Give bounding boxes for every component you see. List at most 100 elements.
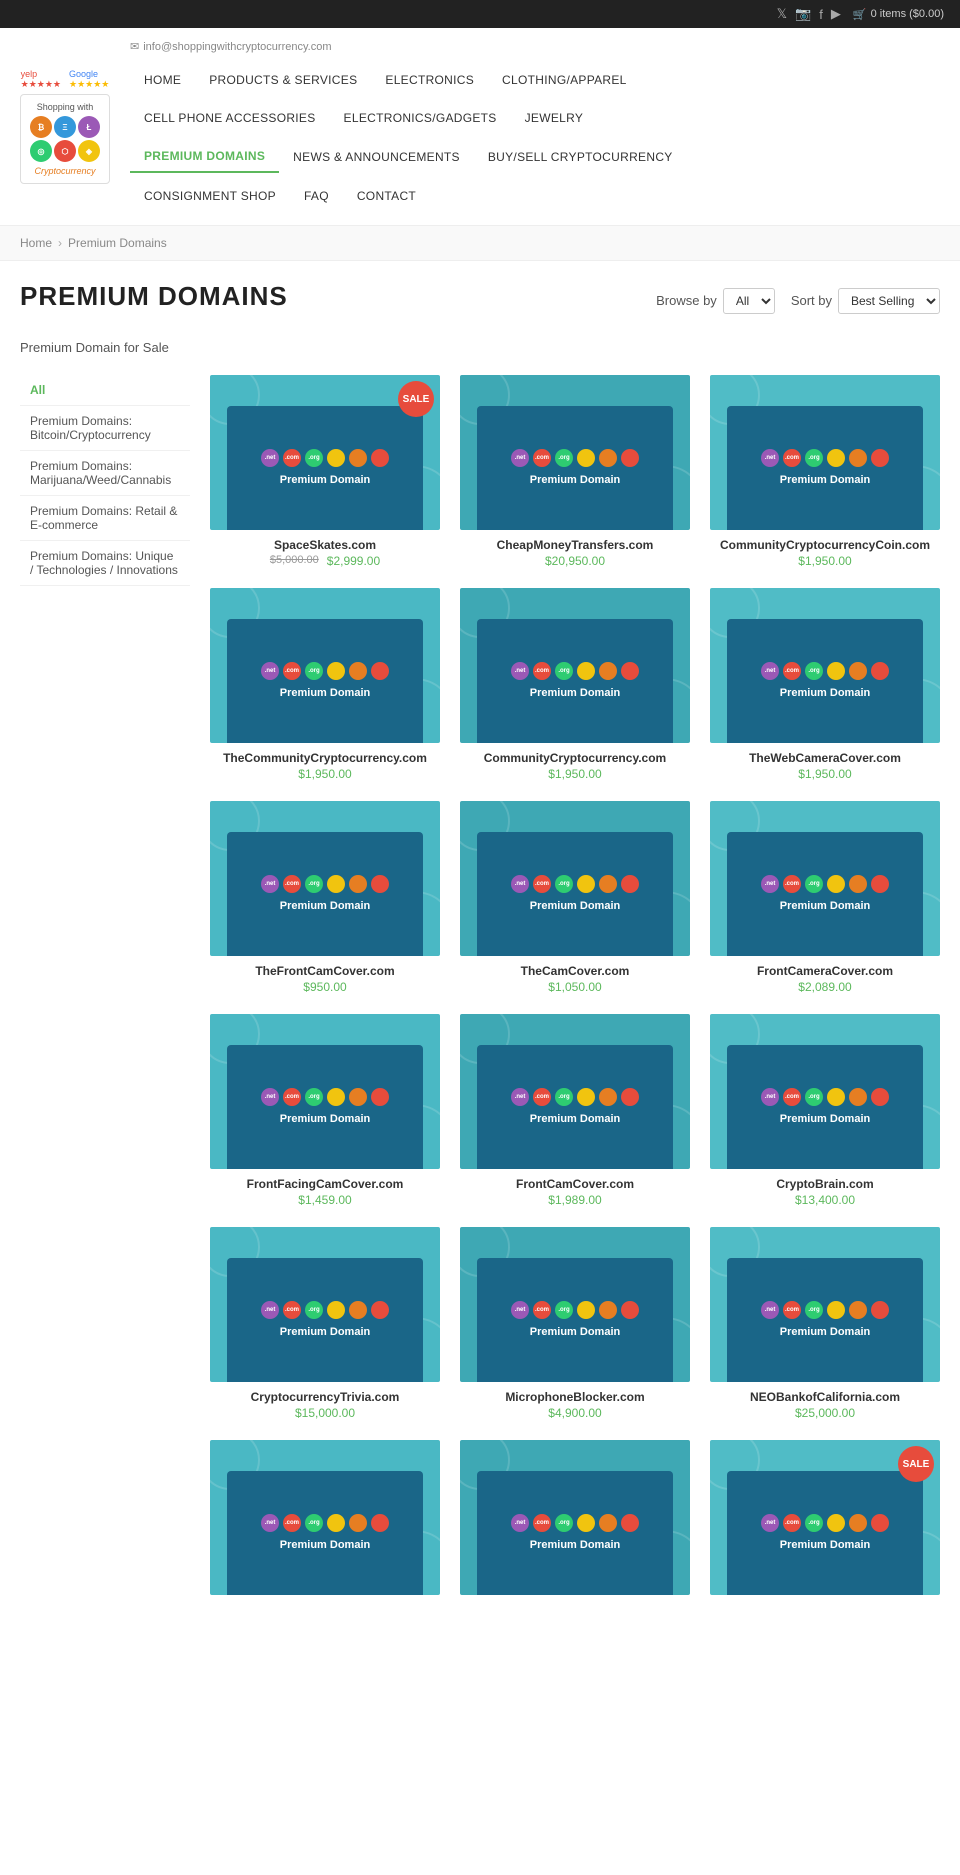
domain-bubble	[871, 875, 889, 893]
domain-bubble: .com	[533, 449, 551, 467]
domain-bubble	[621, 1301, 639, 1319]
domain-bubble	[849, 1514, 867, 1532]
sidebar-item-all[interactable]: All	[20, 375, 190, 406]
nav-jewelry[interactable]: JEWELRY	[511, 103, 598, 133]
nav-cell-phone[interactable]: CELL PHONE ACCESSORIES	[130, 103, 330, 133]
product-name: CryptoBrain.com	[776, 1177, 873, 1191]
product-card[interactable]: .net.com.orgPremium DomainFrontCameraCov…	[710, 801, 940, 994]
nav-row-3: PREMIUM DOMAINS NEWS & ANNOUNCEMENTS BUY…	[130, 137, 940, 177]
product-card[interactable]: .net.com.orgPremium DomainCryptoBrain.co…	[710, 1014, 940, 1207]
nav-products[interactable]: PRODUCTS & SERVICES	[195, 65, 371, 95]
product-price: $950.00	[303, 980, 346, 994]
browse-select[interactable]: All	[723, 288, 775, 314]
domain-bubble	[621, 662, 639, 680]
product-image-inner: .net.com.orgPremium Domain	[727, 406, 923, 530]
domain-bubble	[599, 875, 617, 893]
domain-bubble: .com	[533, 1088, 551, 1106]
instagram-icon[interactable]: 📷	[795, 6, 811, 22]
product-card[interactable]: .net.com.orgPremium DomainNEOBankofCalif…	[710, 1227, 940, 1420]
product-price-row: $15,000.00	[295, 1404, 355, 1420]
nav-contact[interactable]: CONTACT	[343, 181, 430, 211]
cart-area[interactable]: 🛒 0 items ($0.00)	[853, 8, 944, 21]
breadcrumb-home[interactable]: Home	[20, 236, 52, 250]
product-card[interactable]: SALE.net.com.orgPremium DomainSpaceSkate…	[210, 375, 440, 568]
browse-filter: Browse by All	[656, 288, 775, 314]
domain-bubble: .org	[305, 1514, 323, 1532]
domain-bubble: .com	[533, 1301, 551, 1319]
social-icons: 𝕏 📷 f ▶	[777, 6, 841, 22]
logo-icon-grid: ₿ Ξ Ł ◎ ⬡ ◈	[30, 116, 100, 162]
product-card[interactable]: .net.com.orgPremium Domain	[460, 1440, 690, 1595]
domain-bubble: .com	[283, 1301, 301, 1319]
product-image-text: Premium Domain	[530, 473, 620, 487]
sidebar-item-retail[interactable]: Premium Domains: Retail & E-commerce	[20, 496, 190, 541]
product-name: CommunityCryptocurrencyCoin.com	[720, 538, 930, 552]
nav-electronics[interactable]: ELECTRONICS	[371, 65, 488, 95]
product-card[interactable]: .net.com.orgPremium DomainCheapMoneyTran…	[460, 375, 690, 568]
domain-bubble: .net	[261, 1088, 279, 1106]
product-card[interactable]: SALE.net.com.orgPremium Domain	[710, 1440, 940, 1595]
product-card[interactable]: .net.com.orgPremium DomainTheFrontCamCov…	[210, 801, 440, 994]
domain-bubble: .org	[555, 449, 573, 467]
product-price: $4,900.00	[548, 1406, 601, 1420]
nav-clothing[interactable]: CLOTHING/APPAREL	[488, 65, 641, 95]
sort-select[interactable]: Best Selling	[838, 288, 940, 314]
product-card[interactable]: .net.com.orgPremium DomainCommunityCrypt…	[460, 588, 690, 781]
nav-faq[interactable]: FAQ	[290, 181, 343, 211]
nav-buy-sell[interactable]: BUY/SELL CRYPTOCURRENCY	[474, 142, 687, 172]
product-price-row: $5,000.00$2,999.00	[270, 552, 380, 568]
domain-bubble	[621, 875, 639, 893]
youtube-icon[interactable]: ▶	[831, 6, 841, 22]
domain-bubble	[577, 1301, 595, 1319]
product-price-row: $1,950.00	[798, 552, 851, 568]
domain-bubble	[327, 449, 345, 467]
product-price-row: $1,050.00	[548, 978, 601, 994]
product-price-row: $25,000.00	[795, 1404, 855, 1420]
nav-gadgets[interactable]: ELECTRONICS/GADGETS	[330, 103, 511, 133]
sale-badge: SALE	[898, 1446, 934, 1482]
nav-premium-domains[interactable]: PREMIUM DOMAINS	[130, 141, 279, 173]
product-price-row: $1,459.00	[298, 1191, 351, 1207]
product-price-row: $1,950.00	[298, 765, 351, 781]
twitter-icon[interactable]: 𝕏	[777, 6, 787, 22]
product-card[interactable]: .net.com.orgPremium DomainFrontFacingCam…	[210, 1014, 440, 1207]
domain-bubble	[827, 1301, 845, 1319]
product-card[interactable]: .net.com.orgPremium DomainTheWebCameraCo…	[710, 588, 940, 781]
product-image-inner: .net.com.orgPremium Domain	[227, 1258, 423, 1382]
product-card[interactable]: .net.com.orgPremium Domain Cryptocurrency…	[210, 1227, 440, 1420]
domain-bubble: .org	[805, 875, 823, 893]
product-name: FrontCameraCover.com	[757, 964, 893, 978]
nav-consignment[interactable]: CONSIGNMENT SHOP	[130, 181, 290, 211]
product-image-text: Premium Domain	[530, 686, 620, 700]
product-image-text: Premium Domain	[780, 1538, 870, 1552]
product-name: TheWebCameraCover.com	[749, 751, 901, 765]
product-image-text: Premium Domain	[780, 473, 870, 487]
domain-bubble: .net	[761, 449, 779, 467]
logo-image[interactable]: Shopping with ₿ Ξ Ł ◎ ⬡ ◈ Cryptocurrency	[20, 94, 110, 184]
domain-bubble: .net	[511, 1088, 529, 1106]
product-price: $15,000.00	[295, 1406, 355, 1420]
product-card[interactable]: .net.com.orgPremium DomainMicrophoneBloc…	[460, 1227, 690, 1420]
sidebar-item-marijuana[interactable]: Premium Domains: Marijuana/Weed/Cannabis	[20, 451, 190, 496]
product-name: CryptocurrencyTrivia.com	[251, 1390, 400, 1404]
nav-home[interactable]: HOME	[130, 65, 195, 95]
product-card[interactable]: .net.com.orgPremium DomainTheCamCover.co…	[460, 801, 690, 994]
product-card[interactable]: .net.com.orgPremium Domain CommunityCrypt…	[710, 375, 940, 568]
domain-bubble: .org	[805, 1088, 823, 1106]
main-layout: All Premium Domains: Bitcoin/Cryptocurre…	[20, 375, 940, 1595]
product-card[interactable]: .net.com.orgPremium Domain	[210, 1440, 440, 1595]
nav-news[interactable]: NEWS & ANNOUNCEMENTS	[279, 142, 474, 172]
sidebar-item-bitcoin[interactable]: Premium Domains: Bitcoin/Cryptocurrency	[20, 406, 190, 451]
domain-bubble: .com	[533, 662, 551, 680]
domain-bubble: .net	[511, 449, 529, 467]
product-image-text: Premium Domain	[780, 899, 870, 913]
sidebar-item-unique[interactable]: Premium Domains: Unique / Technologies /…	[20, 541, 190, 586]
product-image-text: Premium Domain	[280, 473, 370, 487]
domain-bubble	[349, 875, 367, 893]
product-card[interactable]: .net.com.orgPremium DomainFrontCamCover.…	[460, 1014, 690, 1207]
facebook-icon[interactable]: f	[819, 7, 823, 22]
cart-count: 0 items ($0.00)	[871, 8, 944, 20]
product-name: FrontCamCover.com	[516, 1177, 634, 1191]
product-card[interactable]: .net.com.orgPremium DomainTheCommunityCr…	[210, 588, 440, 781]
domain-bubble	[371, 662, 389, 680]
